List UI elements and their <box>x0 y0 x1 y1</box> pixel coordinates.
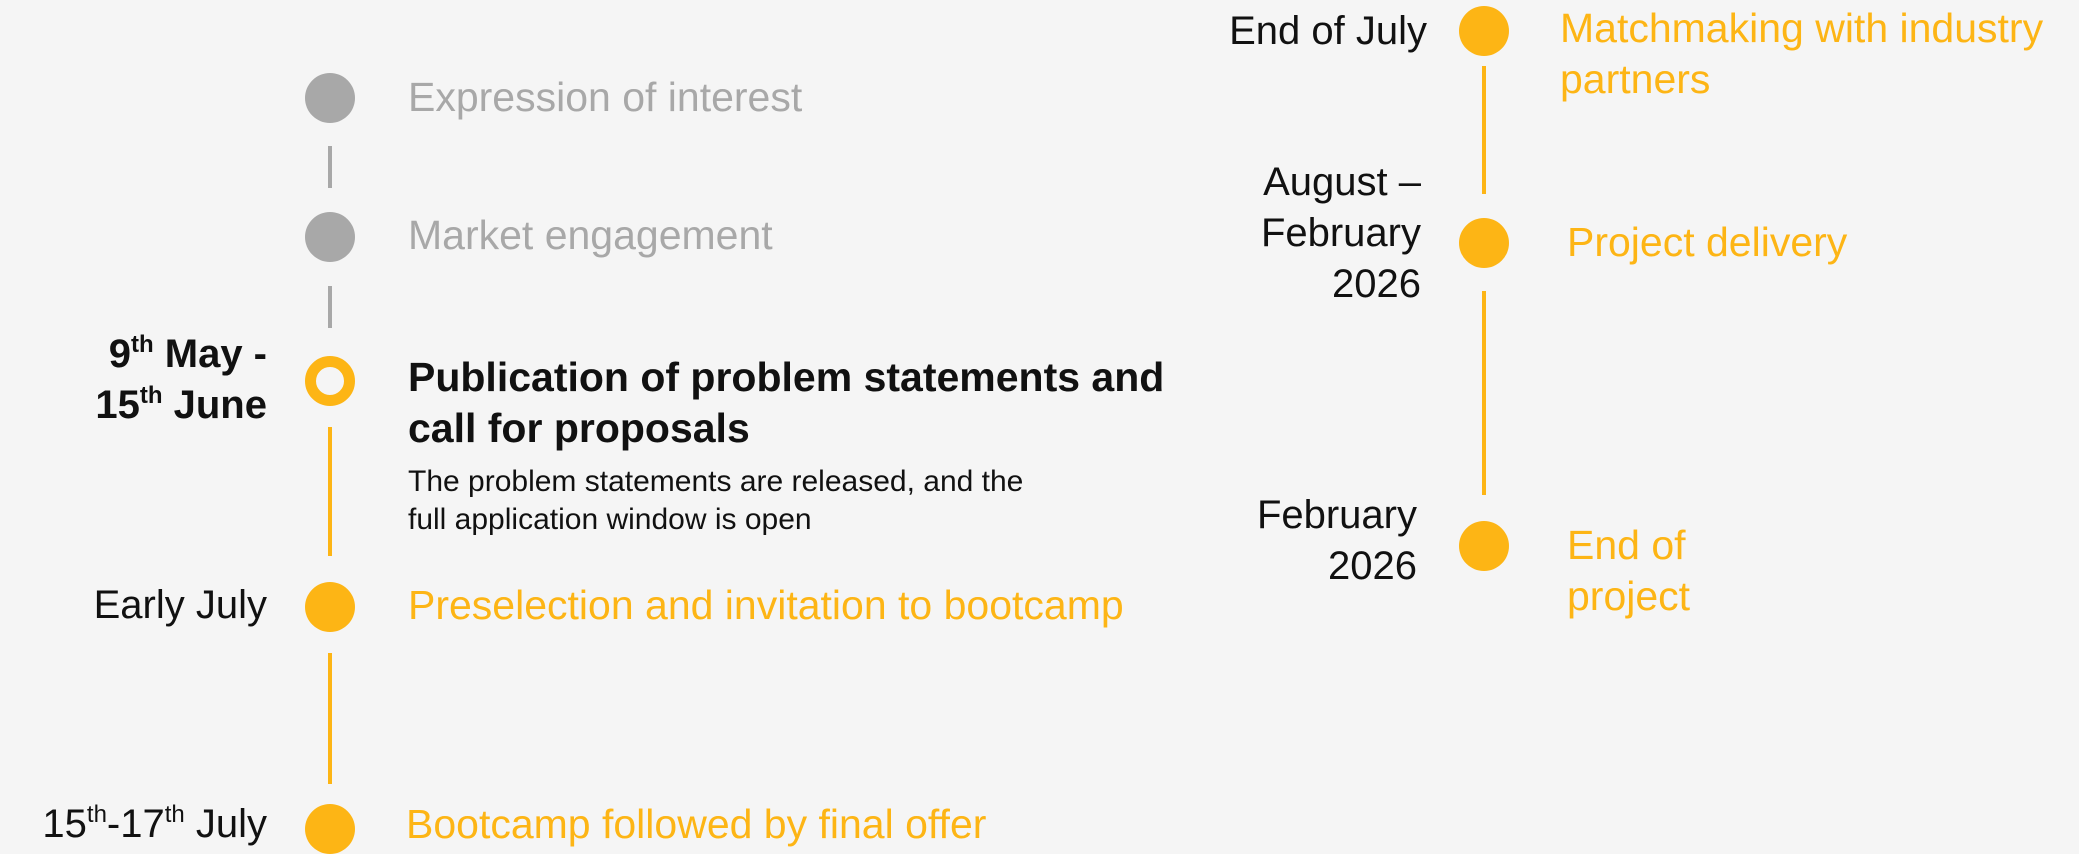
market-engagement-label: Market engagement <box>408 212 773 258</box>
connector-line <box>1482 66 1486 194</box>
connector-line <box>328 427 332 556</box>
matchmaking-label: Matchmaking with industry partners <box>1560 5 2044 102</box>
publication-description: The problem statements are released, and… <box>408 465 1024 536</box>
delivery-date: August – February 2026 <box>1260 160 1421 306</box>
publication-date: 9th May - 15th June <box>95 331 267 427</box>
publication-current-dot <box>305 356 355 406</box>
bootcamp-dot <box>305 804 355 854</box>
connector-line <box>328 653 332 784</box>
connector-line <box>328 286 332 328</box>
delivery-label: Project delivery <box>1567 219 1848 265</box>
bootcamp-date: 15th-17th July <box>42 801 267 846</box>
preselection-label: Preselection and invitation to bootcamp <box>408 582 1124 628</box>
preselection-date: Early July <box>93 583 267 627</box>
delivery-dot <box>1459 218 1509 268</box>
matchmaking-dot <box>1459 6 1509 56</box>
expression-of-interest-dot <box>305 73 355 123</box>
end-of-project-date: February 2026 <box>1256 493 1417 588</box>
end-of-project-dot <box>1459 521 1509 571</box>
publication-label: Publication of problem statements and ca… <box>408 354 1165 451</box>
preselection-dot <box>305 582 355 632</box>
connector-line <box>328 146 332 188</box>
market-engagement-dot <box>305 212 355 262</box>
matchmaking-date: End of July <box>1229 9 1427 53</box>
bootcamp-label: Bootcamp followed by final offer <box>406 801 987 847</box>
expression-of-interest-label: Expression of interest <box>408 74 803 120</box>
connector-line <box>1482 291 1486 495</box>
end-of-project-label: End of project <box>1567 522 1691 619</box>
